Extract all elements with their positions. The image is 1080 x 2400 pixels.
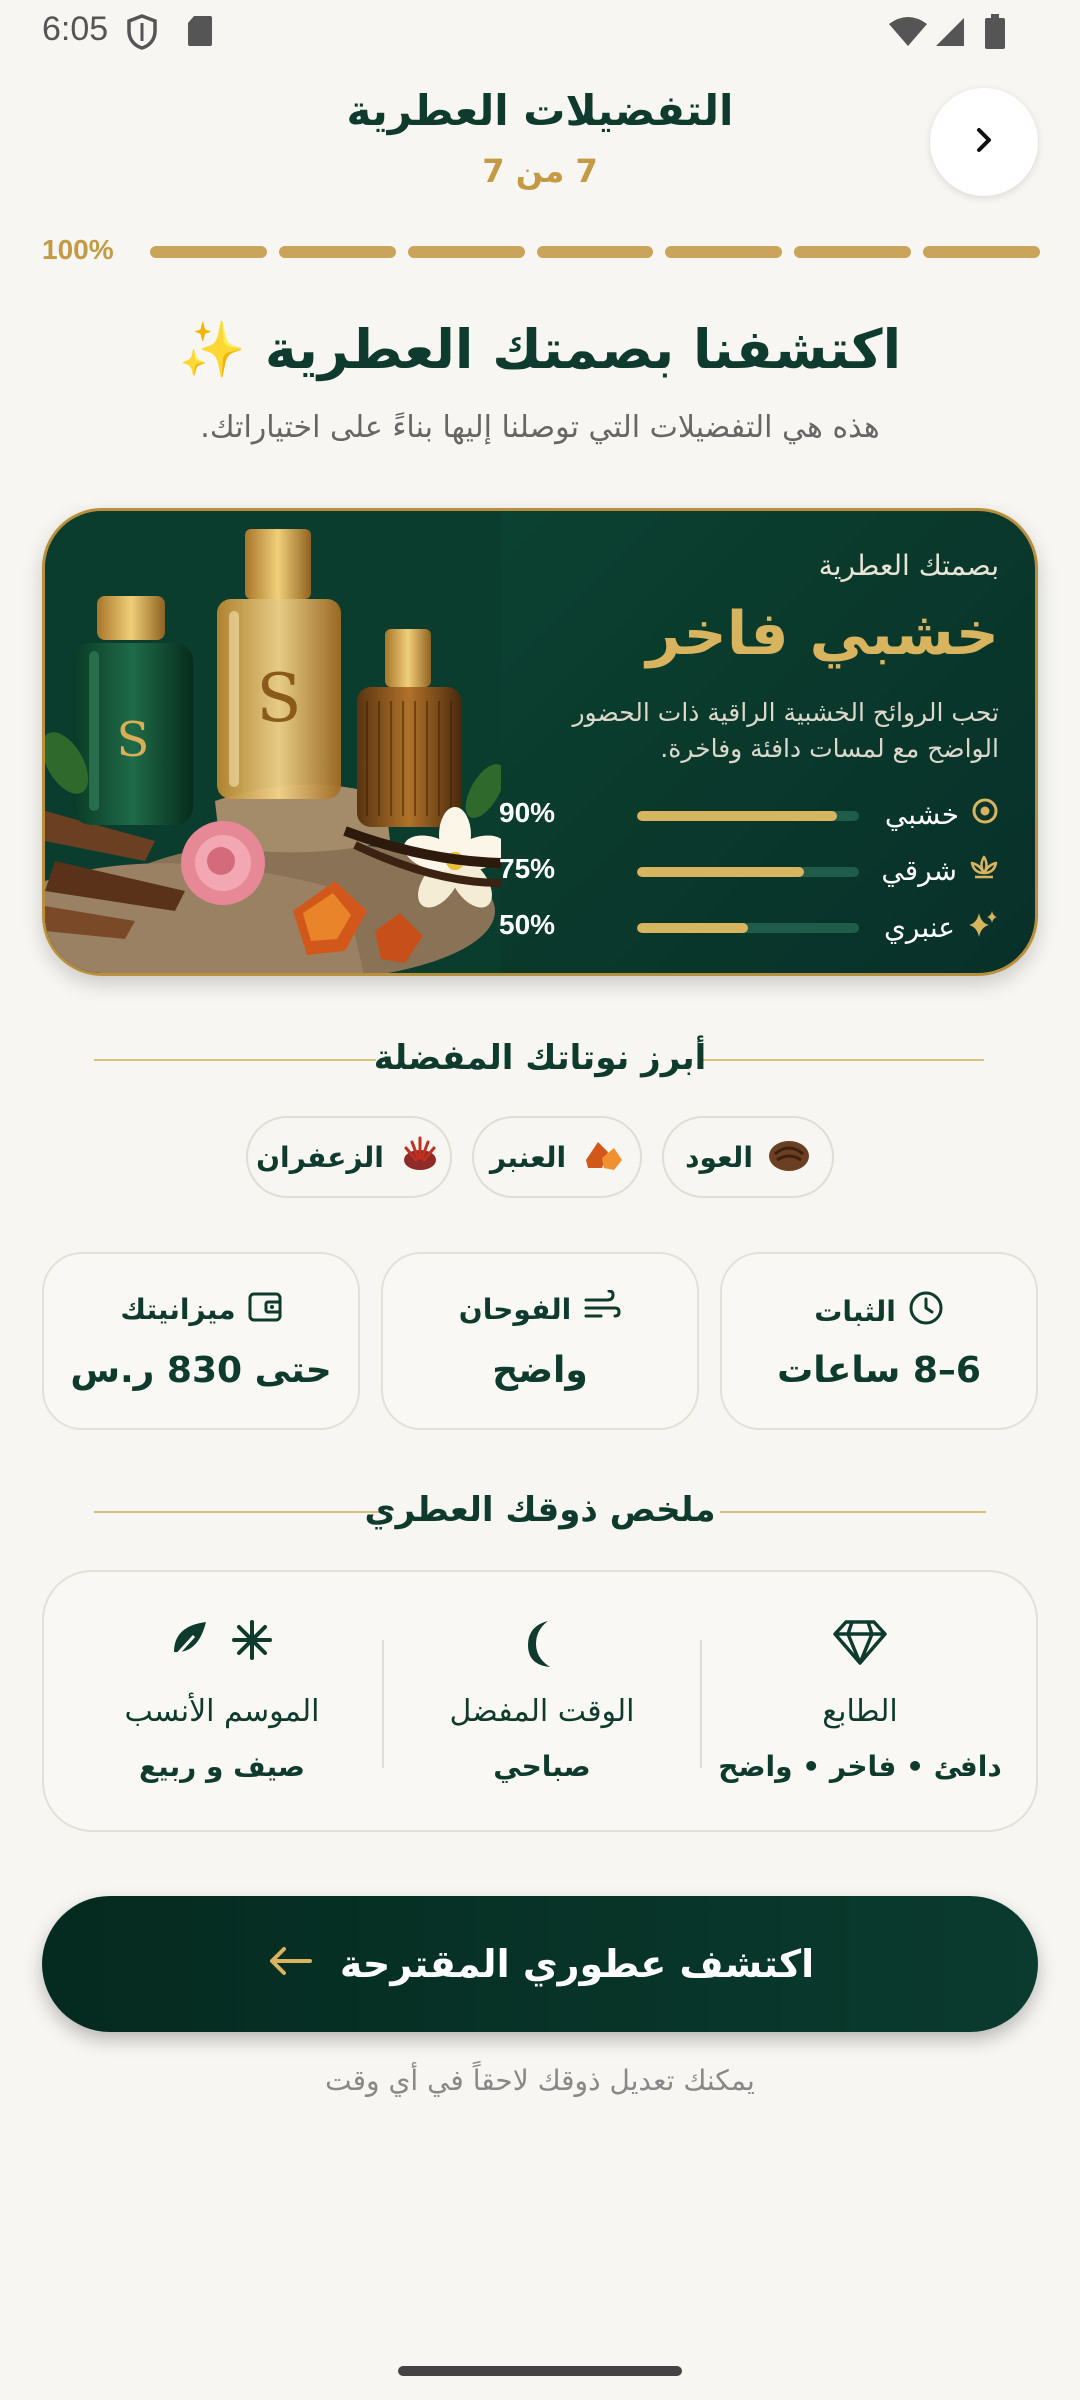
stat-label: ميزانيتك bbox=[44, 1290, 358, 1329]
note-bar-fill bbox=[637, 811, 837, 821]
svg-text:S: S bbox=[256, 660, 301, 737]
note-bar bbox=[637, 867, 859, 877]
lotus-icon bbox=[969, 853, 999, 888]
arrow-left-icon bbox=[266, 1942, 314, 1986]
summary-item-time: الوقت المفضل صباحي bbox=[384, 1572, 700, 1834]
leaf-snowflake-icon bbox=[64, 1618, 380, 1662]
progress-segment bbox=[407, 246, 525, 258]
status-time: 6:05 bbox=[42, 10, 109, 48]
summary-divider bbox=[382, 1640, 384, 1768]
note-bar bbox=[637, 811, 859, 821]
wifi-icon bbox=[888, 16, 928, 52]
amber-icon bbox=[580, 1134, 624, 1181]
stat-card-budget: ميزانيتك حتى 830 ر.س bbox=[42, 1252, 360, 1430]
summary-value: صيف و ربيع bbox=[139, 1750, 305, 1783]
stat-label-text: ميزانيتك bbox=[120, 1293, 236, 1326]
stat-label: الفوحان bbox=[383, 1289, 697, 1329]
scent-profile-card: S S بصمتك العطرية خشبي فاخر تحب الروائح … bbox=[42, 508, 1038, 976]
wallet-icon bbox=[248, 1290, 282, 1329]
shield-icon bbox=[126, 14, 158, 54]
stat-value: حتى 830 ر.س bbox=[70, 1350, 332, 1391]
signal-icon bbox=[934, 16, 966, 52]
perfume-illustration: S S bbox=[45, 511, 501, 973]
note-bar-fill bbox=[637, 923, 748, 933]
note-chip-amber[interactable]: العنبر bbox=[472, 1116, 642, 1198]
note-percent: 50% bbox=[499, 909, 556, 940]
profile-description: تحب الروائح الخشبية الراقية ذات الحضور ا… bbox=[572, 698, 999, 763]
chip-label: الزعفران bbox=[256, 1140, 384, 1174]
note-row-oriental: شرقي 75% bbox=[499, 851, 999, 891]
summary-value: دافئ • فاخر • واضح bbox=[718, 1750, 1002, 1783]
summary-item-season: الموسم الأنسب صيف و ربيع bbox=[64, 1572, 380, 1834]
sd-card-icon bbox=[186, 14, 214, 52]
summary-title: ملخص ذوقك العطري bbox=[364, 1490, 716, 1530]
profile-label: بصمتك العطرية bbox=[818, 549, 999, 582]
note-row-amber: عنبري 50% bbox=[499, 907, 999, 947]
diamond-icon bbox=[702, 1618, 1018, 1666]
clock-icon bbox=[908, 1290, 944, 1333]
wind-icon bbox=[583, 1289, 621, 1329]
note-label: خشبي bbox=[884, 798, 959, 831]
result-subheading: هذه هي التفضيلات التي توصلنا إليها بناءً… bbox=[200, 410, 880, 445]
summary-label: الطابع bbox=[822, 1694, 898, 1729]
top-notes-title: أبرز نوتاتك المفضلة bbox=[373, 1038, 707, 1078]
moon-icon bbox=[384, 1618, 700, 1670]
note-chip-oud[interactable]: العود bbox=[662, 1116, 834, 1198]
oud-icon bbox=[767, 1134, 811, 1181]
note-label: شرقي bbox=[881, 854, 957, 887]
progress-segment bbox=[150, 246, 267, 258]
svg-text:S: S bbox=[117, 712, 150, 768]
saffron-icon bbox=[398, 1134, 442, 1181]
profile-title: خشبي فاخر bbox=[646, 599, 999, 669]
progress-bar bbox=[150, 246, 1041, 258]
stat-label-text: الفوحان bbox=[458, 1293, 572, 1326]
summary-value: صباحي bbox=[493, 1750, 591, 1783]
progress-segment bbox=[794, 246, 912, 258]
note-label: عنبري bbox=[884, 911, 955, 944]
stat-label: الثبات bbox=[722, 1290, 1036, 1333]
note-row-woody: خشبي 90% bbox=[499, 795, 999, 835]
page-title: التفضيلات العطرية bbox=[346, 86, 734, 135]
stat-card-longevity: الثبات 6–8 ساعات bbox=[720, 1252, 1038, 1430]
result-heading: اكتشفنا بصمتك العطرية ✨ bbox=[178, 318, 902, 381]
home-indicator[interactable] bbox=[398, 2366, 682, 2376]
stat-value: واضح bbox=[492, 1350, 588, 1391]
note-chip-saffron[interactable]: الزعفران bbox=[246, 1116, 452, 1198]
summary-label: الوقت المفضل bbox=[449, 1694, 635, 1729]
note-percent: 90% bbox=[499, 797, 556, 828]
stat-card-sillage: الفوحان واضح bbox=[381, 1252, 699, 1430]
note-percent: 75% bbox=[499, 853, 556, 884]
progress-segment bbox=[665, 246, 783, 258]
discover-perfumes-button[interactable]: اكتشف عطوري المقترحة bbox=[42, 1896, 1038, 2032]
note-bar-fill bbox=[637, 867, 804, 877]
status-bar: 6:05 bbox=[0, 0, 1080, 64]
cta-label: اكتشف عطوري المقترحة bbox=[339, 1942, 815, 1986]
step-indicator: 7 من 7 bbox=[482, 152, 598, 190]
taste-summary-card: الطابع دافئ • فاخر • واضح الوقت المفضل ص… bbox=[42, 1570, 1038, 1832]
progress-segment bbox=[923, 246, 1041, 258]
progress-segment bbox=[278, 246, 396, 258]
note-bar bbox=[637, 923, 859, 933]
battery-icon bbox=[984, 14, 1006, 54]
progress-segment bbox=[536, 246, 654, 258]
summary-label: الموسم الأنسب bbox=[124, 1694, 320, 1729]
progress-percent: 100% bbox=[42, 234, 114, 265]
note-name: عنبري bbox=[869, 909, 999, 946]
note-name: شرقي bbox=[869, 853, 999, 888]
note-name: خشبي bbox=[869, 797, 999, 832]
target-icon bbox=[971, 797, 999, 832]
stat-value: 6–8 ساعات bbox=[777, 1350, 981, 1391]
stat-label-text: الثبات bbox=[814, 1295, 896, 1328]
chip-label: العنبر bbox=[489, 1140, 567, 1174]
chip-label: العود bbox=[685, 1140, 753, 1174]
footer-note: يمكنك تعديل ذوقك لاحقاً في أي وقت bbox=[325, 2064, 755, 2097]
summary-item-character: الطابع دافئ • فاخر • واضح bbox=[702, 1572, 1018, 1834]
sparkle-icon bbox=[967, 909, 999, 946]
summary-divider bbox=[700, 1640, 702, 1768]
